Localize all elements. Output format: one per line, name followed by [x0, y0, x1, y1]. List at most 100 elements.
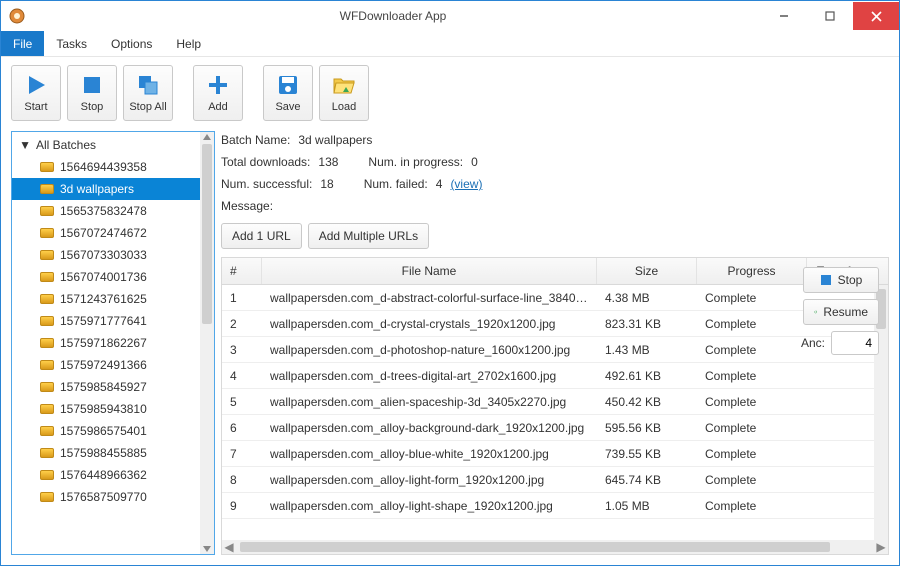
table-row[interactable]: 9wallpapersden.com_alloy-light-shape_192… [222, 493, 888, 519]
batch-stop-button[interactable]: Stop [803, 267, 879, 293]
right-controls: Stop Resume Anc: [801, 267, 879, 355]
cell-size: 645.74 KB [597, 473, 697, 487]
downloads-table: # File Name Size Progress Transfe 1wallp… [221, 257, 889, 555]
in-progress-label: Num. in progress: [368, 155, 463, 169]
cell-filename: wallpapersden.com_alloy-blue-white_1920x… [262, 447, 597, 461]
table-row[interactable]: 3wallpapersden.com_d-photoshop-nature_16… [222, 337, 888, 363]
sidebar-item[interactable]: 1567072474672 [12, 222, 214, 244]
batch-icon [40, 470, 54, 480]
cell-filename: wallpapersden.com_d-photoshop-nature_160… [262, 343, 597, 357]
sidebar-item-label: 1575986575401 [60, 424, 147, 438]
table-row[interactable]: 7wallpapersden.com_alloy-blue-white_1920… [222, 441, 888, 467]
menu-file[interactable]: File [1, 31, 44, 56]
sidebar-item[interactable]: 1571243761625 [12, 288, 214, 310]
save-button[interactable]: Save [263, 65, 313, 121]
col-index[interactable]: # [222, 258, 262, 284]
table-row[interactable]: 2wallpapersden.com_d-crystal-crystals_19… [222, 311, 888, 337]
table-row[interactable]: 6wallpapersden.com_alloy-background-dark… [222, 415, 888, 441]
stop-button[interactable]: Stop [67, 65, 117, 121]
play-icon [24, 73, 48, 97]
sidebar-item[interactable]: 1567073303033 [12, 244, 214, 266]
cell-size: 823.31 KB [597, 317, 697, 331]
view-failed-link[interactable]: (view) [450, 177, 482, 191]
disclosure-icon[interactable]: ▼ [20, 138, 30, 152]
cell-filename: wallpapersden.com_alloy-light-form_1920x… [262, 473, 597, 487]
table-row[interactable]: 5wallpapersden.com_alien-spaceship-3d_34… [222, 389, 888, 415]
menu-help[interactable]: Help [164, 31, 213, 56]
table-row[interactable]: 1wallpapersden.com_d-abstract-colorful-s… [222, 285, 888, 311]
batch-sidebar: ▼All Batches1564694439358 3d wallpapers 15… [11, 131, 215, 555]
col-size[interactable]: Size [597, 258, 697, 284]
hscroll-left-icon[interactable]: ◀ [222, 540, 236, 554]
col-filename[interactable]: File Name [262, 258, 597, 284]
message-label: Message: [221, 199, 273, 213]
total-downloads-label: Total downloads: [221, 155, 310, 169]
batch-resume-button[interactable]: Resume [803, 299, 879, 325]
cell-filename: wallpapersden.com_alien-spaceship-3d_340… [262, 395, 597, 409]
add-one-url-button[interactable]: Add 1 URL [221, 223, 302, 249]
anc-input[interactable] [831, 331, 879, 355]
batch-tree[interactable]: ▼All Batches1564694439358 3d wallpapers 15… [12, 132, 214, 554]
tree-root[interactable]: ▼All Batches [12, 134, 214, 156]
sidebar-item[interactable]: 1576448966362 [12, 464, 214, 486]
cell-index: 4 [222, 369, 262, 383]
cell-progress: Complete [697, 369, 807, 383]
menu-tasks[interactable]: Tasks [44, 31, 99, 56]
cell-index: 1 [222, 291, 262, 305]
stop-all-icon [136, 73, 160, 97]
sidebar-item-label: 1575988455885 [60, 446, 147, 460]
table-hscroll-thumb[interactable] [240, 542, 830, 552]
sidebar-item[interactable]: 1575971862267 [12, 332, 214, 354]
sidebar-item[interactable]: 1575985943810 [12, 398, 214, 420]
maximize-button[interactable] [807, 2, 853, 30]
cell-index: 7 [222, 447, 262, 461]
sidebar-item-label: 1575972491366 [60, 358, 147, 372]
table-hscrollbar[interactable]: ◀ ▶ [222, 540, 888, 554]
sidebar-item[interactable]: 1575972491366 [12, 354, 214, 376]
menu-options[interactable]: Options [99, 31, 164, 56]
cell-size: 450.42 KB [597, 395, 697, 409]
col-progress[interactable]: Progress [697, 258, 807, 284]
sidebar-item[interactable]: 1575986575401 [12, 420, 214, 442]
sidebar-item[interactable]: 1575971777641 [12, 310, 214, 332]
add-multiple-urls-button[interactable]: Add Multiple URLs [308, 223, 429, 249]
save-label: Save [275, 101, 300, 113]
add-button[interactable]: Add [193, 65, 243, 121]
hscroll-right-icon[interactable]: ▶ [874, 540, 888, 554]
start-button[interactable]: Start [11, 65, 61, 121]
sidebar-item[interactable]: 1567074001736 [12, 266, 214, 288]
close-button[interactable] [853, 2, 899, 30]
cell-filename: wallpapersden.com_alloy-light-shape_1920… [262, 499, 597, 513]
table-row[interactable]: 8wallpapersden.com_alloy-light-form_1920… [222, 467, 888, 493]
table-header: # File Name Size Progress Transfe [222, 258, 888, 285]
table-body[interactable]: 1wallpapersden.com_d-abstract-colorful-s… [222, 285, 888, 540]
stop-all-button[interactable]: Stop All [123, 65, 173, 121]
cell-index: 5 [222, 395, 262, 409]
sidebar-scroll-thumb[interactable] [202, 144, 212, 324]
batch-icon [40, 448, 54, 458]
batch-icon [40, 338, 54, 348]
sidebar-item[interactable]: 3d wallpapers [12, 178, 214, 200]
title-bar: WFDownloader App [1, 1, 899, 31]
cell-progress: Complete [697, 395, 807, 409]
sidebar-item[interactable]: 1576587509770 [12, 486, 214, 508]
minimize-button[interactable] [761, 2, 807, 30]
table-row[interactable]: 4wallpapersden.com_d-trees-digital-art_2… [222, 363, 888, 389]
stop-small-icon [820, 274, 832, 286]
sidebar-item[interactable]: 1565375832478 [12, 200, 214, 222]
sidebar-item-label: 1567074001736 [60, 270, 147, 284]
scroll-down-icon[interactable] [202, 544, 212, 554]
sidebar-item[interactable]: 1564694439358 [12, 156, 214, 178]
cell-filename: wallpapersden.com_d-abstract-colorful-su… [262, 291, 597, 305]
sidebar-item[interactable]: 1575988455885 [12, 442, 214, 464]
sidebar-item-label: 3d wallpapers [60, 182, 134, 196]
sidebar-scrollbar[interactable] [200, 132, 214, 554]
sidebar-item[interactable]: 1575985845927 [12, 376, 214, 398]
cell-size: 1.05 MB [597, 499, 697, 513]
main-body: ▼All Batches15646944393583d wallpapers15… [1, 131, 899, 565]
scroll-up-icon[interactable] [202, 132, 212, 142]
load-button[interactable]: Load [319, 65, 369, 121]
successful-value: 18 [320, 177, 333, 191]
app-window: WFDownloader App File Tasks Options Help… [0, 0, 900, 566]
app-icon [9, 8, 25, 24]
